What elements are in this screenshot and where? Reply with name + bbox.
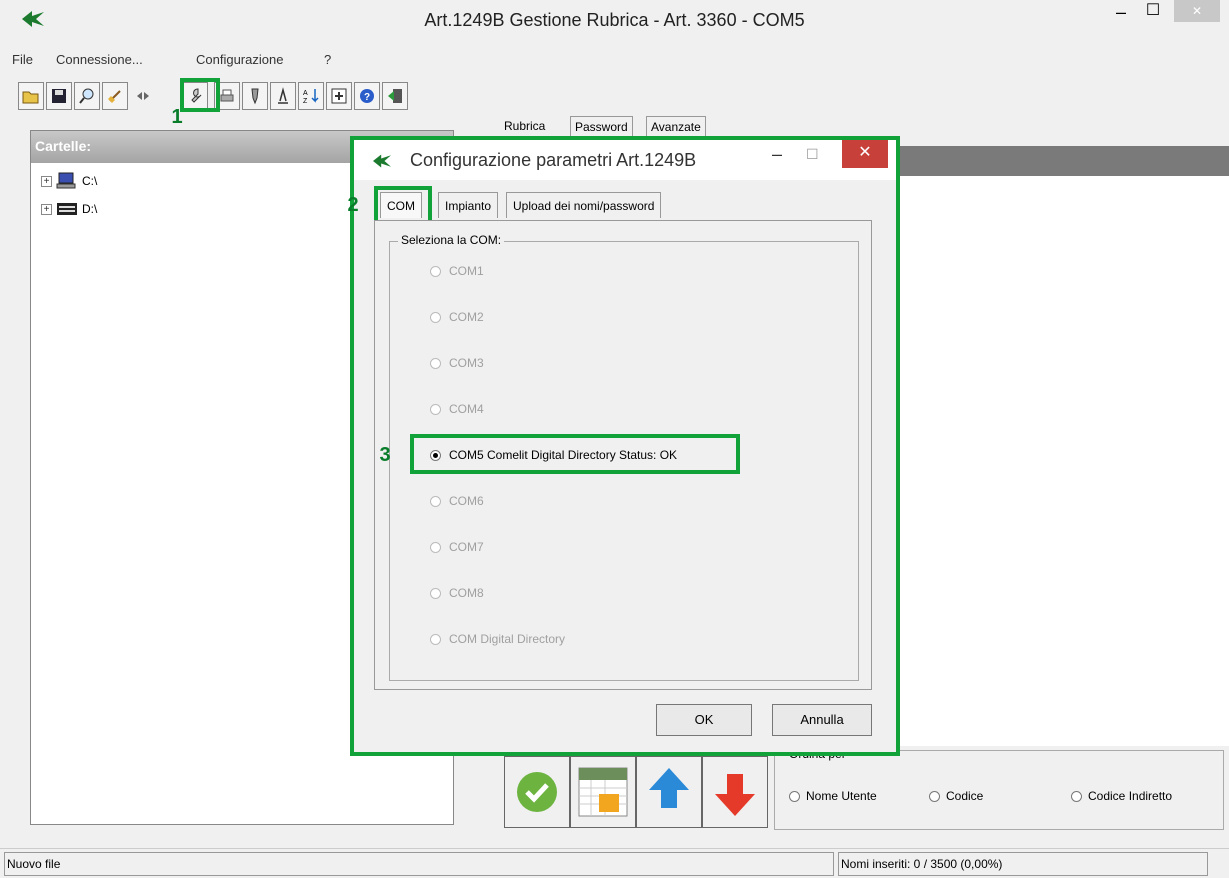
radio-icon	[430, 403, 441, 415]
find-icon[interactable]	[74, 82, 100, 110]
sort-option-codice[interactable]: Codice	[929, 789, 983, 803]
directory-list[interactable]	[900, 176, 1229, 746]
com-option-8[interactable]: COM8	[430, 586, 484, 600]
config-dialog: Configurazione parametri Art.1249B – ☐ ✕…	[347, 136, 900, 756]
tab-impianto[interactable]: Impianto	[438, 192, 499, 218]
tab-password[interactable]: Password	[570, 116, 633, 138]
svg-text:A: A	[303, 90, 308, 97]
sort-group: Ordina per Nome Utente Codice Codice Ind…	[774, 747, 1224, 830]
maximize-button[interactable]: ☐	[1140, 0, 1166, 28]
broom-icon[interactable]	[102, 82, 128, 110]
radio-icon	[430, 587, 441, 599]
dialog-title: Configurazione parametri Art.1249B	[410, 150, 697, 170]
com-option-7[interactable]: COM7	[430, 540, 484, 554]
window-title: Art.1249B Gestione Rubrica - Art. 3360 -…	[424, 10, 805, 30]
expand-icon[interactable]: +	[41, 203, 52, 215]
menu-connessione[interactable]: Connessione...	[56, 52, 143, 67]
com-tab-panel: Seleziona la COM: COM1 COM2 COM3 COM4 CO…	[374, 220, 872, 690]
upload-button[interactable]	[636, 756, 702, 828]
callout-2: 2	[347, 194, 359, 216]
pen-icon[interactable]	[242, 82, 268, 110]
tree-item-c[interactable]: + C:\	[41, 171, 97, 191]
title-bar: Art.1249B Gestione Rubrica - Art. 3360 -…	[0, 0, 1229, 42]
radio-icon	[430, 357, 441, 369]
status-count: Nomi inseriti: 0 / 3500 (0,00%)	[838, 852, 1208, 876]
sort-option-nome[interactable]: Nome Utente	[789, 789, 877, 803]
xls-icon	[578, 767, 628, 817]
status-bar: Nuovo file Nomi inseriti: 0 / 3500 (0,00…	[0, 848, 1229, 878]
menu-file[interactable]: File	[12, 52, 33, 67]
radio-icon	[430, 311, 441, 323]
com-option-digital-directory[interactable]: COM Digital Directory	[430, 632, 565, 646]
help-icon[interactable]: ?	[354, 82, 380, 110]
tab-rubrica[interactable]: Rubrica	[500, 116, 550, 138]
sort-option-codice-indiretto[interactable]: Codice Indiretto	[1071, 789, 1172, 803]
arrow-up-icon	[649, 768, 689, 808]
com-option-6[interactable]: COM6	[430, 494, 484, 508]
svg-text:Z: Z	[303, 98, 308, 105]
callout-1: 1	[171, 106, 183, 128]
callout-highlight-3	[410, 434, 740, 474]
menu-configurazione[interactable]: Configurazione	[196, 52, 283, 67]
sort-az-icon[interactable]: AZ	[298, 82, 324, 110]
save-icon[interactable]	[46, 82, 72, 110]
export-xls-button[interactable]	[570, 756, 636, 828]
tree-item-label: D:\	[82, 202, 98, 216]
dialog-close-button[interactable]: ✕	[842, 140, 888, 168]
confirm-button[interactable]	[504, 756, 570, 828]
expand-icon[interactable]: +	[41, 175, 52, 187]
list-header-bar	[900, 146, 1229, 176]
add-icon[interactable]	[326, 82, 352, 110]
com-group-label: Seleziona la COM:	[398, 233, 505, 247]
computer-icon	[56, 172, 76, 189]
callout-3: 3	[379, 444, 391, 466]
edit-icon[interactable]	[270, 82, 296, 110]
minimize-button[interactable]: –	[1108, 0, 1134, 28]
dialog-maximize-button[interactable]: ☐	[806, 146, 819, 163]
radio-icon	[430, 633, 441, 645]
tab-upload[interactable]: Upload dei nomi/password	[506, 192, 662, 218]
tree-item-label: C:\	[82, 174, 98, 188]
tab-avanzate[interactable]: Avanzate	[646, 116, 706, 138]
radio-icon	[430, 495, 441, 507]
com-option-2[interactable]: COM2	[430, 310, 484, 324]
close-button[interactable]: ✕	[1174, 0, 1220, 22]
connect-icon[interactable]	[130, 82, 156, 110]
drive-icon	[57, 203, 77, 215]
download-button[interactable]	[702, 756, 768, 828]
menu-bar: File Connessione... Configurazione ?	[0, 48, 1229, 72]
tree-item-d[interactable]: + D:\	[41, 199, 97, 219]
dialog-title-bar: Configurazione parametri Art.1249B – ☐ ✕	[354, 140, 896, 180]
menu-help[interactable]: ?	[324, 52, 331, 67]
com-option-1[interactable]: COM1	[430, 264, 484, 278]
com-option-4[interactable]: COM4	[430, 402, 484, 416]
dialog-minimize-button[interactable]: –	[772, 144, 782, 165]
app-logo-icon	[373, 154, 391, 168]
radio-icon	[789, 790, 800, 802]
cancel-button[interactable]: Annulla	[772, 704, 872, 736]
com-option-3[interactable]: COM3	[430, 356, 484, 370]
open-folder-icon[interactable]	[18, 82, 44, 110]
status-file: Nuovo file	[4, 852, 834, 876]
arrow-down-icon	[715, 774, 755, 816]
callout-highlight-2	[374, 186, 432, 224]
radio-icon	[430, 265, 441, 277]
radio-icon	[1071, 790, 1082, 802]
radio-icon	[929, 790, 940, 802]
radio-icon	[430, 541, 441, 553]
ok-button[interactable]: OK	[656, 704, 752, 736]
check-icon	[517, 772, 557, 812]
com-group: Seleziona la COM: COM1 COM2 COM3 COM4 CO…	[379, 233, 859, 681]
svg-text:?: ?	[364, 92, 370, 103]
exit-icon[interactable]	[382, 82, 408, 110]
